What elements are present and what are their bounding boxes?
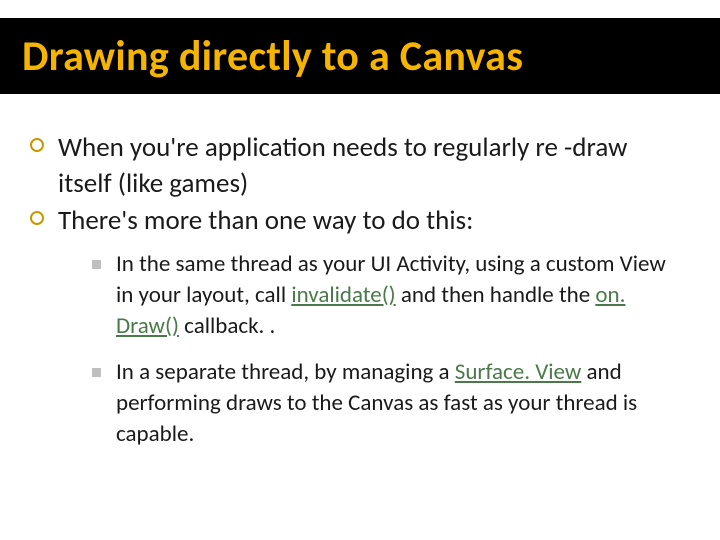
bullet-list-level2: In the same thread as your UI Activity, … (92, 249, 680, 451)
bullet-item: There's more than one way to do this: In… (28, 203, 680, 450)
text-run: and then handle the (396, 281, 596, 309)
text-run: In a separate thread, by managing a (116, 358, 455, 386)
sub-bullet-item: In the same thread as your UI Activity, … (92, 249, 680, 343)
bullet-text: There's more than one way to do this: (58, 204, 473, 237)
link-invalidate[interactable]: invalidate() (291, 281, 395, 309)
text-run: callback. . (179, 312, 275, 340)
bullet-list-level1: When you're application needs to regular… (28, 130, 680, 450)
slide: Drawing directly to a Canvas When you're… (0, 0, 720, 540)
link-surfaceview[interactable]: Surface. View (455, 358, 582, 386)
bullet-item: When you're application needs to regular… (28, 130, 680, 201)
title-band: Drawing directly to a Canvas (0, 18, 720, 94)
slide-body: When you're application needs to regular… (28, 130, 680, 464)
sub-bullet-item: In a separate thread, by managing a Surf… (92, 357, 680, 451)
slide-title: Drawing directly to a Canvas (22, 31, 523, 82)
